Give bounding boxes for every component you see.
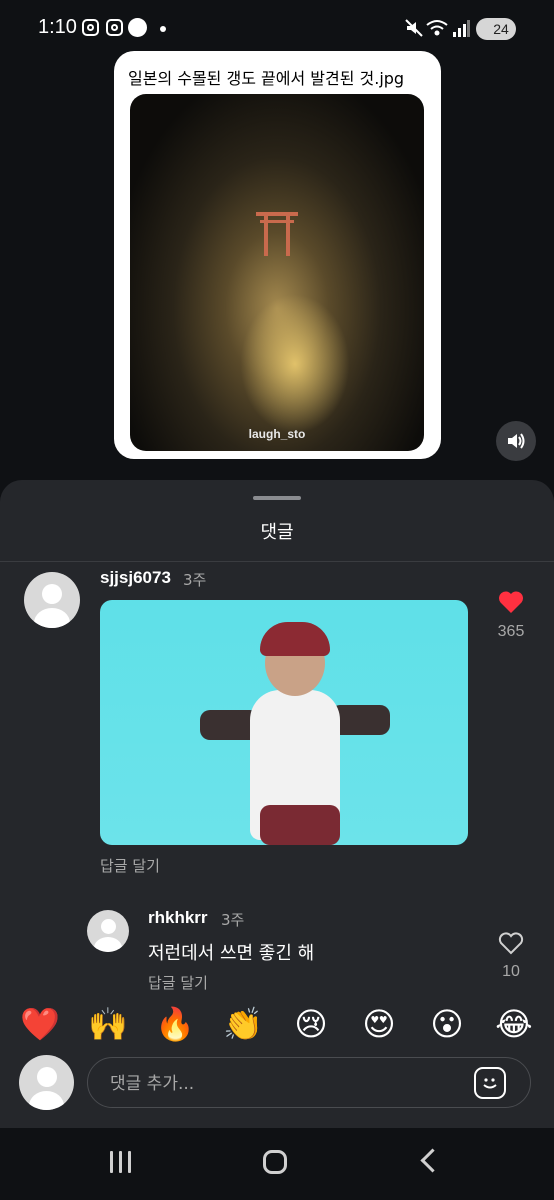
avatar[interactable]	[24, 572, 80, 628]
torii-gate-icon	[256, 212, 298, 256]
instagram-icon	[82, 19, 99, 36]
emoji-bar: ❤️ 🙌 🔥 👏 😢 😍 😮 😂	[0, 996, 554, 1056]
emoji-fire[interactable]: 🔥	[152, 1004, 198, 1044]
reply-button[interactable]: 답글 달기	[148, 972, 208, 993]
status-time: 1:10	[38, 16, 77, 38]
post-watermark: laugh_sto	[248, 427, 306, 441]
battery-level: 24	[493, 21, 509, 37]
emoji-surprised[interactable]: 😮	[424, 1004, 470, 1044]
wifi-icon	[426, 20, 448, 36]
system-nav-bar	[0, 1128, 554, 1200]
heart-filled-icon[interactable]	[498, 590, 524, 614]
post-card[interactable]: 일본의 수몰된 갱도 끝에서 발견된 것.jpg laugh_sto	[114, 51, 441, 459]
comment-text: 저런데서 쓰면 좋긴 해	[148, 943, 315, 964]
emoji-raised-hands[interactable]: 🙌	[85, 1004, 131, 1044]
comment-time: 3주	[221, 911, 245, 929]
volume-button[interactable]	[496, 421, 536, 461]
my-avatar	[19, 1055, 74, 1110]
emoji-laughing[interactable]: 😂	[491, 1004, 537, 1044]
divider	[0, 561, 554, 562]
emoji-crying[interactable]: 😢	[288, 1004, 334, 1044]
dot-icon	[160, 26, 166, 32]
speaker-icon	[508, 433, 525, 449]
chat-bubble-icon	[128, 18, 147, 37]
emoji-clap[interactable]: 👏	[220, 1004, 266, 1044]
mute-icon	[405, 19, 423, 37]
comment-time: 3주	[183, 571, 207, 589]
tunnel-light	[240, 294, 350, 434]
sheet-drag-handle[interactable]	[253, 496, 301, 500]
instagram-icon	[106, 19, 123, 36]
heart-outline-icon[interactable]	[498, 931, 524, 955]
like-count: 10	[502, 963, 520, 980]
post-title: 일본의 수몰된 갱도 끝에서 발견된 것.jpg	[128, 69, 405, 88]
sticker-icon[interactable]	[474, 1067, 506, 1099]
comments-title: 댓글	[260, 522, 294, 543]
signal-icon	[453, 20, 470, 37]
recents-icon[interactable]	[108, 1151, 134, 1173]
comment-input-box[interactable]	[87, 1057, 531, 1108]
comment-gif[interactable]	[100, 600, 468, 845]
post-image[interactable]: laugh_sto	[130, 94, 424, 451]
home-icon[interactable]	[263, 1150, 287, 1174]
comment-username[interactable]: sjjsj6073	[100, 568, 171, 588]
comment-input[interactable]	[108, 1068, 472, 1100]
avatar[interactable]	[87, 910, 129, 952]
battery-icon: 24	[476, 18, 516, 40]
back-icon[interactable]	[420, 1148, 445, 1173]
emoji-heart[interactable]: ❤️	[17, 1004, 63, 1044]
status-bar: 1:10 24	[0, 0, 554, 56]
emoji-heart-eyes[interactable]: 😍	[356, 1004, 402, 1044]
comment-username[interactable]: rhkhkrr	[148, 908, 208, 928]
like-count: 365	[497, 623, 525, 640]
reply-button[interactable]: 답글 달기	[100, 855, 160, 876]
